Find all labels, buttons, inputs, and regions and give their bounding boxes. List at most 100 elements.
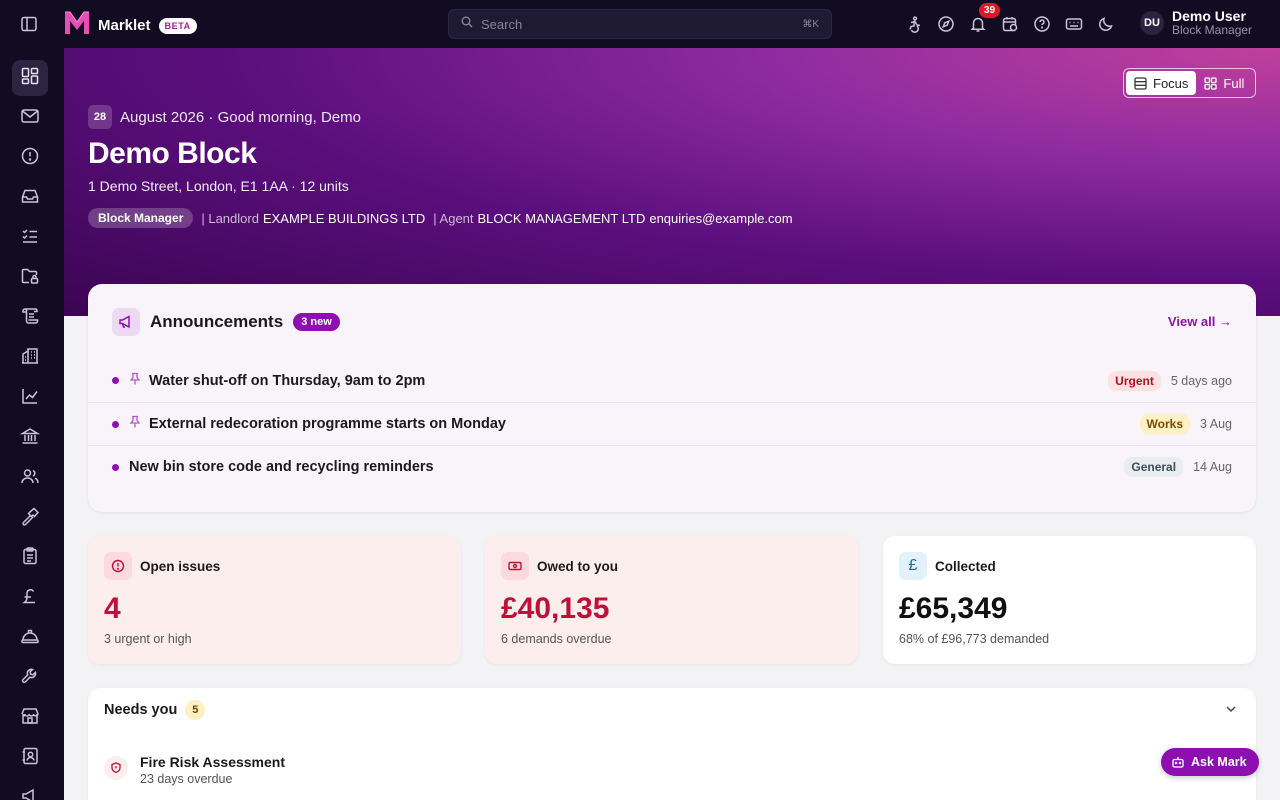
sidebar-toggle-icon[interactable] [20, 15, 38, 33]
dashboard-icon [20, 66, 40, 91]
sidebar-item-maintenance[interactable] [12, 660, 48, 696]
alert-circle-icon [104, 552, 132, 580]
user-menu[interactable]: DU Demo User Block Manager [1140, 8, 1252, 38]
open-issues-card[interactable]: Open issues 4 3 urgent or high [88, 536, 461, 664]
sidebar-item-suppliers[interactable] [12, 700, 48, 736]
collected-card[interactable]: £ Collected £65,349 68% of £96,773 deman… [883, 536, 1256, 664]
works-tag: Works [1139, 414, 1191, 434]
announcement-title: External redecoration programme starts o… [149, 416, 506, 432]
calendar-clock-icon[interactable] [1000, 14, 1020, 34]
announcement-item[interactable]: Water shut-off on Thursday, 9am to 2pm U… [88, 359, 1256, 402]
unread-dot [112, 377, 119, 384]
sidebar-item-works[interactable] [12, 500, 48, 536]
sidebar-item-clipboard[interactable] [12, 540, 48, 576]
urgent-tag: Urgent [1108, 370, 1161, 391]
ask-mark-button[interactable]: Ask Mark [1161, 748, 1259, 776]
inbox-icon [20, 186, 40, 211]
stat-label: Collected [935, 558, 996, 574]
needs-you-title: Needs you [104, 702, 178, 718]
mail-icon [20, 106, 40, 131]
sidebar-item-contacts[interactable] [12, 740, 48, 776]
sidebar-item-reports[interactable] [12, 380, 48, 416]
item-title: Fire Risk Assessment [140, 754, 285, 770]
accessibility-icon[interactable] [904, 14, 924, 34]
stat-value: 4 [104, 592, 121, 625]
sidebar-item-charges[interactable] [12, 580, 48, 616]
search-input[interactable]: Search [481, 17, 802, 32]
full-view-label: Full [1223, 75, 1245, 91]
unread-dot [112, 420, 119, 428]
full-view-button[interactable]: Full [1196, 71, 1252, 95]
landlord-label: | Landlord [201, 210, 259, 226]
help-icon[interactable] [1032, 14, 1052, 34]
stat-value: £65,349 [899, 592, 1008, 625]
bot-icon [1172, 757, 1184, 768]
brand[interactable]: Marklet BETA [64, 11, 197, 40]
new-count-badge: 3 new [293, 313, 340, 331]
shield-alert-icon [104, 756, 128, 780]
sidebar-item-buildings[interactable] [12, 340, 48, 376]
user-name: Demo User [1172, 8, 1246, 24]
role-badge: Block Manager [88, 208, 194, 228]
megaphone-icon [20, 786, 40, 800]
owed-card[interactable]: Owed to you £40,135 6 demands overdue [485, 536, 858, 664]
stat-subtext: 3 urgent or high [104, 632, 192, 646]
sidebar-item-documents[interactable] [12, 260, 48, 296]
stat-value: £40,135 [501, 592, 610, 625]
announcement-date: 3 Aug [1200, 417, 1232, 431]
keyboard-icon[interactable] [1064, 14, 1084, 34]
wrench-icon [20, 666, 40, 691]
needs-you-card: Needs you 5 Fire Risk Assessment 23 days… [88, 688, 1256, 800]
bell-icon[interactable]: 39 [968, 3, 1001, 34]
announcement-date: 14 Aug [1193, 460, 1232, 474]
list-item[interactable]: Fire Risk Assessment 23 days overdue [104, 754, 285, 786]
beta-badge: BETA [158, 17, 197, 34]
page-title: Demo Block [88, 137, 257, 170]
sidebar-item-finance[interactable] [12, 420, 48, 456]
focus-view-button[interactable]: Focus [1126, 71, 1197, 95]
store-icon [20, 706, 40, 731]
sidebar-item-announcements[interactable] [12, 780, 48, 800]
block-meta: Block Manager | Landlord EXAMPLE BUILDIN… [88, 208, 793, 228]
sidebar-item-inbox[interactable] [12, 180, 48, 216]
notification-count: 39 [979, 3, 1001, 18]
view-all-link[interactable]: View all → [1168, 314, 1232, 329]
folder-lock-icon [20, 266, 40, 291]
top-bar: Marklet BETA Search ⌘K 39 DU Demo User B… [0, 0, 1280, 48]
compass-icon[interactable] [936, 14, 956, 34]
landlord-value: EXAMPLE BUILDINGS LTD [262, 210, 426, 226]
users-icon [20, 466, 40, 491]
sidebar-item-issues[interactable] [12, 140, 48, 176]
bank-icon [19, 426, 41, 451]
search-icon [461, 15, 473, 33]
date-chip: 28 [88, 105, 112, 129]
focus-view-label: Focus [1153, 75, 1189, 91]
stat-label: Owed to you [537, 558, 618, 574]
sidebar-item-people[interactable] [12, 460, 48, 496]
chevron-down-icon[interactable] [1224, 702, 1238, 721]
megaphone-icon [112, 308, 140, 336]
general-tag: General [1124, 457, 1184, 477]
contact-book-icon [20, 746, 40, 771]
announcement-item[interactable]: New bin store code and recycling reminde… [88, 445, 1256, 488]
alert-circle-icon [20, 146, 40, 171]
sidebar-item-notices[interactable] [12, 300, 48, 336]
sidebar-item-mail[interactable] [12, 100, 48, 136]
agent-email-link[interactable]: enquiries@example.com [649, 211, 792, 226]
sidebar-item-dashboard[interactable] [12, 60, 48, 96]
sidebar-item-contractors[interactable] [12, 620, 48, 656]
announcement-item[interactable]: External redecoration programme starts o… [88, 402, 1256, 445]
stat-subtext: 6 demands overdue [501, 632, 612, 646]
moon-icon[interactable] [1096, 14, 1116, 34]
stat-label: Open issues [140, 558, 221, 574]
announcements-title: Announcements [150, 312, 284, 331]
needs-you-header[interactable]: Needs you 5 [104, 700, 206, 720]
announcement-title: New bin store code and recycling reminde… [129, 459, 434, 475]
ask-mark-label: Ask Mark [1191, 755, 1247, 769]
pin-icon [129, 372, 141, 390]
checklist-icon [20, 226, 40, 251]
item-status: 23 days overdue [140, 772, 233, 786]
sidebar-item-tasks[interactable] [12, 220, 48, 256]
search-bar[interactable]: Search ⌘K [448, 9, 832, 39]
user-role: Block Manager [1172, 23, 1253, 38]
